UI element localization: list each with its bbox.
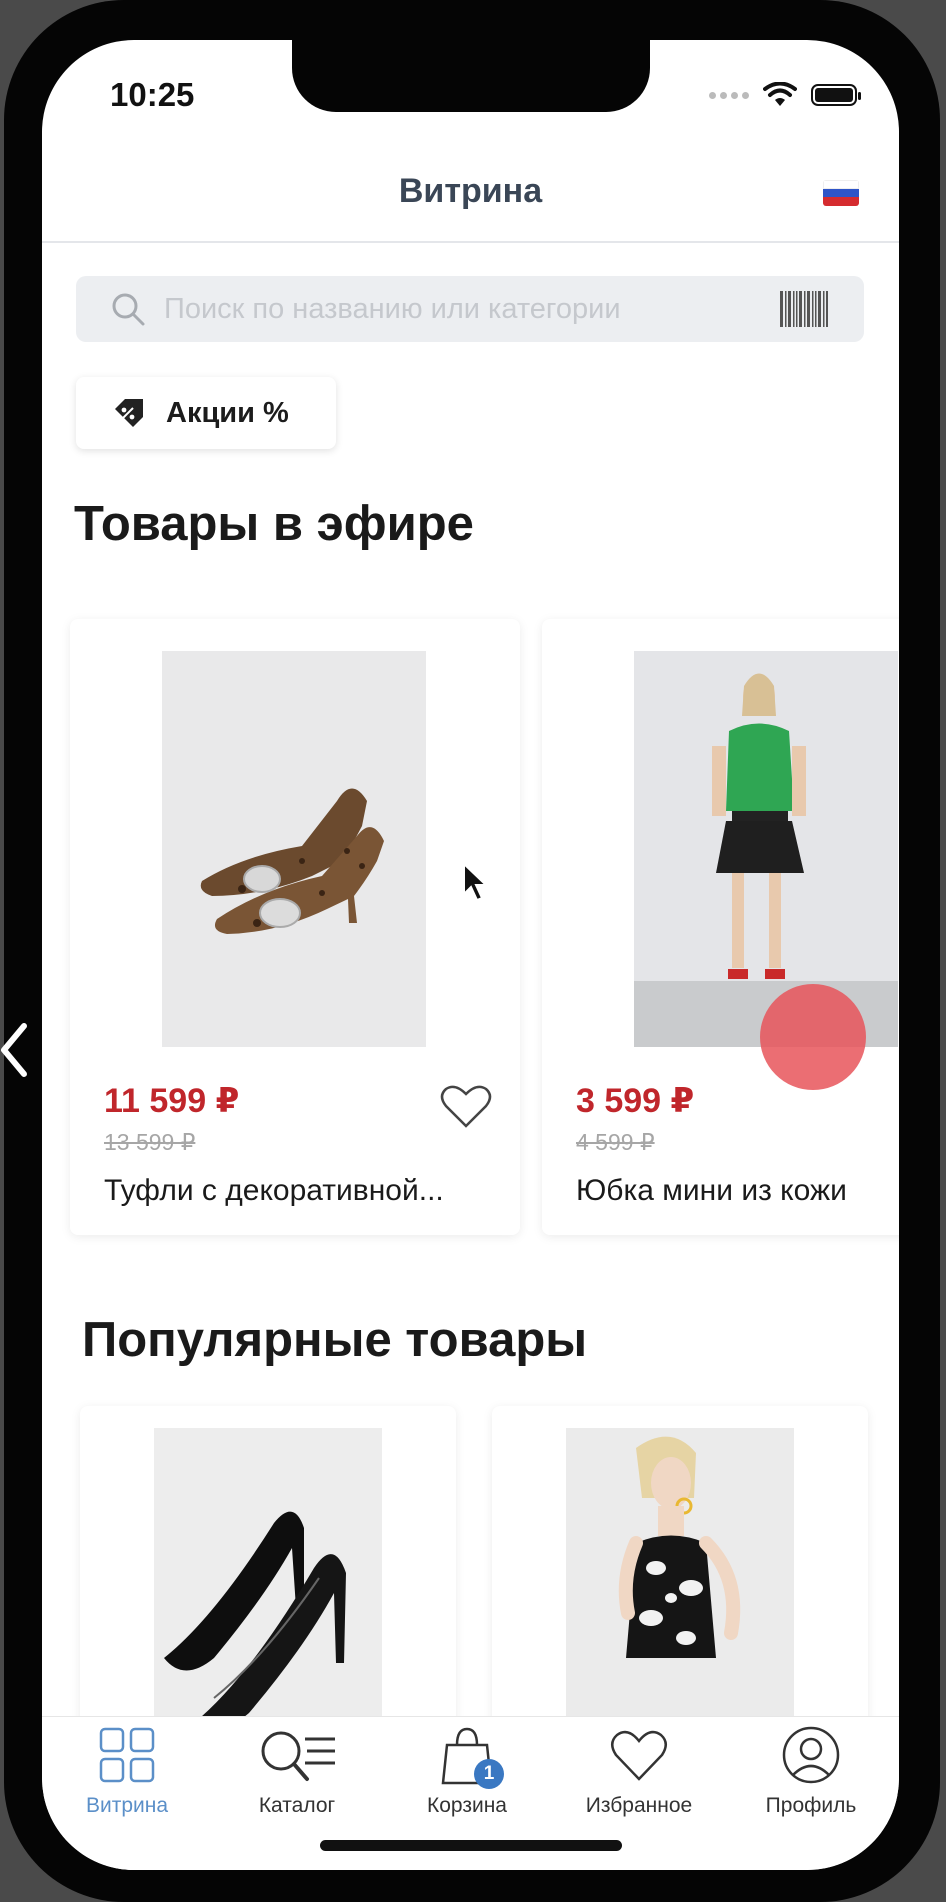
popular-section-title: Популярные товары xyxy=(82,1313,588,1367)
touch-indicator xyxy=(760,984,866,1090)
tab-label: Профиль xyxy=(765,1794,857,1817)
back-chevron-icon[interactable] xyxy=(0,1020,30,1080)
tab-profile[interactable]: Профиль xyxy=(736,1725,886,1818)
wifi-icon xyxy=(763,82,797,106)
product-image-pumps xyxy=(154,1428,382,1736)
promo-label: Акции % xyxy=(166,396,289,429)
tab-favorites[interactable]: Избранное xyxy=(564,1725,714,1818)
flag-russia-icon[interactable] xyxy=(823,180,859,206)
tab-label: Корзина xyxy=(427,1794,507,1817)
product-price: 11 599 ₽ xyxy=(104,1082,240,1120)
status-icons xyxy=(709,82,861,108)
discount-tag-icon xyxy=(115,399,143,427)
heart-icon xyxy=(611,1730,667,1781)
live-section-title: Товары в эфире xyxy=(74,497,474,551)
phone-screen: 10:25 Витрина Поиск по названию или кате… xyxy=(42,40,899,1870)
product-old-price: 4 599 ₽ xyxy=(576,1129,655,1155)
profile-icon xyxy=(782,1726,840,1784)
catalog-search-icon xyxy=(261,1731,335,1781)
product-image-dress xyxy=(566,1428,794,1736)
barcode-icon[interactable] xyxy=(780,291,828,327)
grid-icon xyxy=(99,1727,155,1783)
tab-storefront[interactable]: Витрина xyxy=(52,1725,202,1818)
search-field[interactable]: Поиск по названию или категории xyxy=(76,276,864,342)
product-old-price: 13 599 ₽ xyxy=(104,1129,196,1155)
product-name: Туфли с декоративной... xyxy=(104,1174,444,1207)
home-indicator[interactable] xyxy=(320,1840,622,1851)
product-image-skirt xyxy=(634,651,898,1047)
product-card[interactable]: 3 599 ₽ 4 599 ₽ Юбка мини из кожи xyxy=(542,619,899,1235)
mouse-cursor-icon xyxy=(463,862,488,902)
promo-button[interactable]: Акции % xyxy=(76,377,336,449)
header-divider xyxy=(42,241,899,243)
tab-catalog[interactable]: Каталог xyxy=(222,1725,372,1818)
tab-label: Витрина xyxy=(85,1794,169,1817)
cellular-icon xyxy=(709,91,749,99)
product-card[interactable] xyxy=(492,1406,868,1736)
tab-cart[interactable]: 1 Корзина xyxy=(392,1725,542,1818)
heart-icon[interactable] xyxy=(440,1084,492,1130)
product-name: Юбка мини из кожи xyxy=(576,1174,847,1207)
product-image-shoes xyxy=(162,651,426,1047)
search-icon xyxy=(112,293,145,326)
product-card[interactable]: 11 599 ₽ 13 599 ₽ Туфли с декоративной..… xyxy=(70,619,520,1235)
product-card[interactable] xyxy=(80,1406,456,1736)
product-price: 3 599 ₽ xyxy=(576,1082,695,1120)
tab-label: Каталог xyxy=(258,1794,336,1817)
notch xyxy=(292,40,650,112)
status-time: 10:25 xyxy=(110,76,195,113)
search-placeholder: Поиск по названию или категории xyxy=(164,292,621,325)
battery-icon xyxy=(811,84,861,106)
page-title: Витрина xyxy=(398,172,543,210)
tab-label: Избранное xyxy=(585,1794,693,1817)
cart-badge: 1 xyxy=(474,1759,504,1789)
